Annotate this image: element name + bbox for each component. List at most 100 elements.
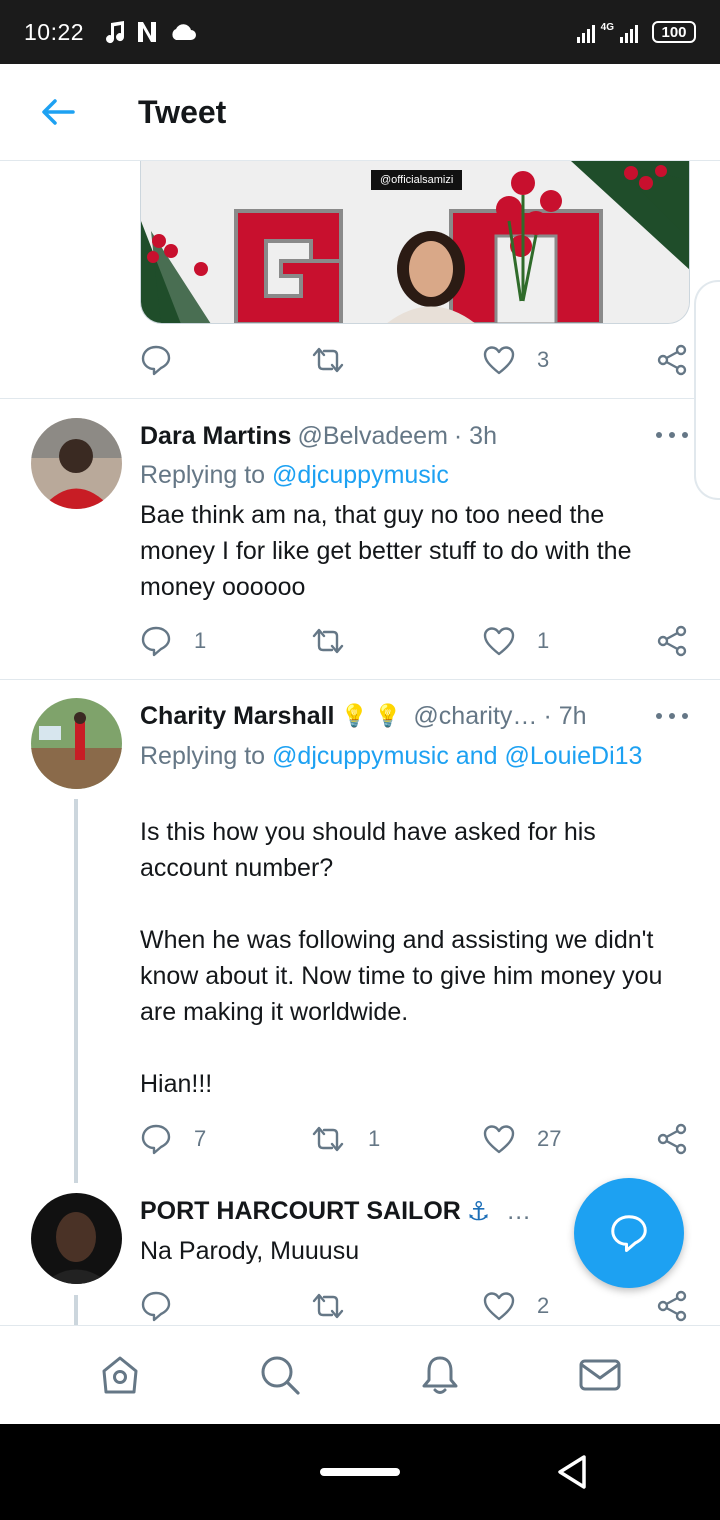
user-handle[interactable]: @Belvadeem: [297, 422, 447, 451]
share-icon: [657, 344, 687, 376]
top-app-bar: Tweet: [0, 64, 720, 161]
avatar-image: [31, 1193, 122, 1284]
retweet-count: 1: [368, 1126, 381, 1151]
bell-icon: [422, 1356, 458, 1394]
reply-button[interactable]: [140, 340, 172, 380]
heart-icon: [483, 346, 515, 375]
tweet-time: · 3h: [453, 421, 497, 450]
battery-level: 100: [661, 23, 687, 41]
share-button[interactable]: [656, 1286, 688, 1325]
replying-to: Replying to @djcuppymusic: [140, 461, 449, 489]
music-note-icon: [106, 21, 125, 44]
back-button[interactable]: [28, 82, 88, 142]
heart-icon: [483, 1125, 515, 1154]
heart-icon: [483, 627, 515, 656]
reply-icon: [141, 1291, 171, 1322]
avatar[interactable]: [31, 698, 122, 789]
nav-search[interactable]: [250, 1345, 310, 1405]
share-icon: [657, 1123, 687, 1155]
reply-button[interactable]: [140, 1286, 194, 1325]
tweet-actions: 2: [140, 1286, 690, 1325]
like-count: 3: [537, 347, 550, 372]
retweet-icon: [312, 1126, 344, 1152]
reply-button[interactable]: 1: [140, 621, 206, 661]
back-arrow-icon: [42, 99, 75, 125]
tweet-header: Dara Martins @Belvadeem · 3h: [140, 418, 650, 454]
avatar-image: [31, 418, 122, 509]
tweet-actions: 1 1: [140, 621, 690, 661]
tweet-actions: 3: [140, 340, 690, 380]
tweet-header: Charity Marshall 💡 💡 @charity… · 7h: [140, 698, 650, 734]
reply-button[interactable]: 7: [140, 1119, 206, 1159]
status-time: 10:22: [24, 18, 85, 45]
avatar-image: [31, 698, 122, 789]
status-bar: 10:22 4G 100: [0, 0, 720, 64]
mention-link[interactable]: @djcuppymusic and @LouieDi13: [272, 742, 642, 770]
like-count: 1: [537, 628, 550, 653]
divider: [0, 398, 720, 399]
thread-connector: [74, 799, 78, 1183]
retweet-button[interactable]: 1: [310, 1119, 380, 1159]
share-icon: [657, 625, 687, 657]
share-button[interactable]: [656, 1119, 688, 1159]
user-name[interactable]: PORT HARCOURT SAILOR: [140, 1197, 461, 1226]
reply-bubble-icon: [611, 1215, 647, 1252]
user-handle[interactable]: @charity…: [413, 702, 537, 731]
more-options-button[interactable]: [656, 706, 688, 726]
tweet-text: Bae think am na, that guy no too need th…: [140, 501, 632, 601]
thread-connector: [74, 1295, 78, 1325]
like-button[interactable]: 27: [483, 1119, 561, 1159]
nav-notifications[interactable]: [410, 1345, 470, 1405]
battery-indicator: 100: [652, 21, 696, 43]
retweet-icon: [312, 347, 344, 373]
tweet-media-image[interactable]: @officialsamizi: [140, 161, 690, 324]
replying-to: Replying to @djcuppymusic and @LouieDi13: [140, 742, 643, 770]
retweet-icon: [312, 628, 344, 654]
system-navigation-bar: [0, 1424, 720, 1520]
avatar[interactable]: [31, 1193, 122, 1284]
network-type-label: 4G: [600, 22, 614, 33]
retweet-button[interactable]: [310, 340, 346, 380]
system-back-icon[interactable]: [552, 1452, 592, 1492]
user-name[interactable]: Dara Martins: [140, 422, 291, 451]
nav-home[interactable]: [90, 1345, 150, 1405]
anchor-emoji: ⚓: [466, 1195, 491, 1226]
user-handle[interactable]: …: [506, 1197, 531, 1226]
reply-icon: [141, 345, 171, 376]
reply-count: 1: [194, 628, 207, 653]
share-button[interactable]: [656, 340, 688, 380]
compose-reply-button[interactable]: [574, 1178, 684, 1288]
page-title: Tweet: [138, 93, 227, 130]
reply-icon: [141, 1124, 171, 1155]
mail-icon: [579, 1359, 621, 1391]
mention-link[interactable]: @djcuppymusic: [272, 461, 449, 489]
heart-icon: [483, 1292, 515, 1321]
bottom-navigation: [0, 1325, 720, 1424]
home-icon: [102, 1356, 138, 1394]
share-button[interactable]: [656, 621, 688, 661]
search-icon: [261, 1356, 300, 1395]
reply-count: 7: [194, 1126, 207, 1151]
like-button[interactable]: 1: [483, 621, 549, 661]
tweet-header: PORT HARCOURT SAILOR ⚓ …: [140, 1193, 650, 1229]
edge-panel-handle[interactable]: [694, 280, 720, 500]
media-watermark-tag: @officialsamizi: [371, 170, 463, 190]
cloud-icon: [172, 24, 197, 40]
like-button[interactable]: 3: [483, 340, 549, 380]
avatar[interactable]: [31, 418, 122, 509]
reply-icon: [141, 626, 171, 657]
retweet-button[interactable]: [310, 621, 368, 661]
retweet-icon: [312, 1293, 344, 1319]
like-count: 27: [537, 1126, 562, 1151]
user-name[interactable]: Charity Marshall: [140, 702, 335, 731]
retweet-button[interactable]: [310, 1286, 368, 1325]
tweet-text: Is this how you should have asked for hi…: [140, 818, 663, 1098]
netflix-icon: [138, 22, 157, 42]
name-emoji: 💡 💡: [340, 703, 402, 728]
home-gesture-pill[interactable]: [320, 1468, 400, 1476]
nav-messages[interactable]: [570, 1345, 630, 1405]
like-button[interactable]: 2: [483, 1286, 549, 1325]
more-options-button[interactable]: [656, 425, 688, 445]
divider: [0, 679, 720, 680]
tweet-thread[interactable]: @officialsamizi 3 Dara Martins @Belvadee…: [0, 161, 720, 1325]
